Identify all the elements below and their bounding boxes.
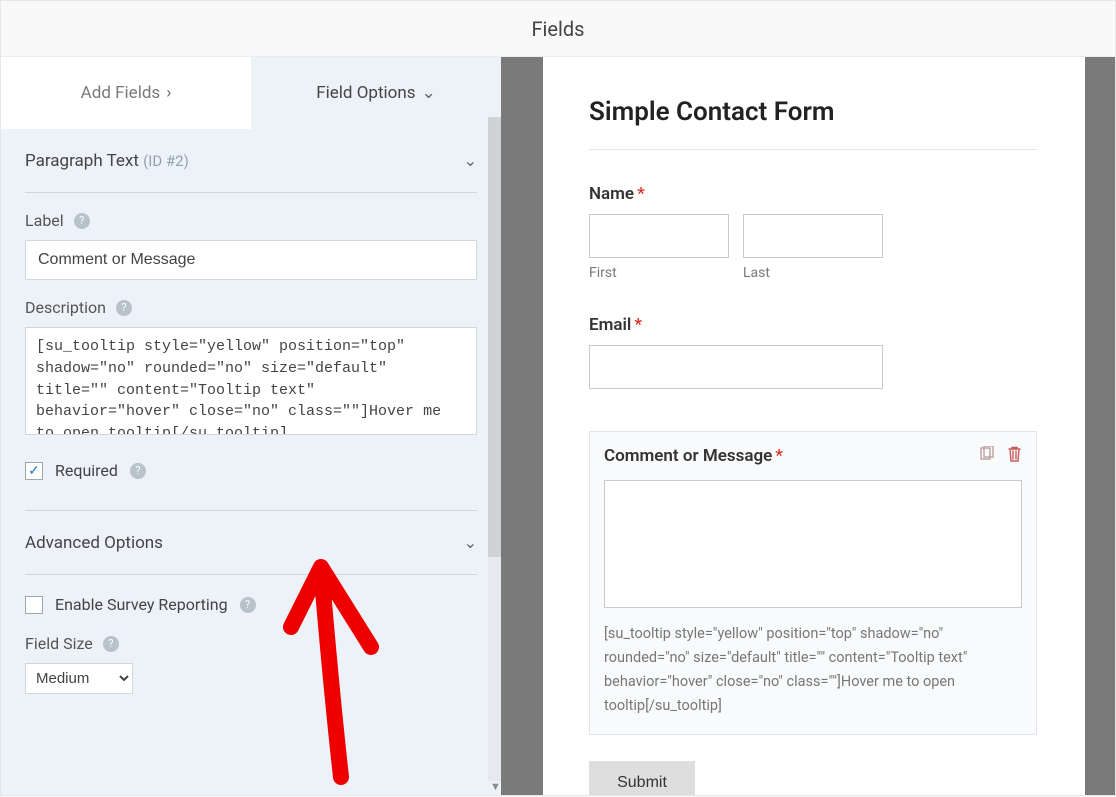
survey-label: Enable Survey Reporting [55, 595, 228, 614]
help-icon[interactable]: ? [74, 213, 90, 229]
top-title: Fields [532, 17, 585, 41]
field-section-title: Paragraph Text (ID #2) [25, 151, 189, 171]
tab-field-options[interactable]: Field Options ⌄ [251, 57, 501, 129]
required-label: Required [55, 461, 118, 480]
last-sublabel: Last [743, 265, 883, 281]
first-name-input[interactable] [589, 214, 729, 258]
tab-add-fields[interactable]: Add Fields › [1, 57, 251, 129]
first-sublabel: First [589, 265, 729, 281]
trash-icon[interactable] [1007, 446, 1022, 466]
description-input[interactable]: [su_tooltip style="yellow" position="top… [25, 327, 477, 435]
label-label: Label [25, 211, 64, 230]
title-divider [589, 149, 1037, 150]
tab-add-label: Add Fields [81, 83, 161, 103]
field-size-label: Field Size [25, 634, 93, 653]
name-field-label: Name* [589, 184, 1037, 204]
chevron-right-icon: › [166, 83, 171, 103]
collapse-advanced-icon[interactable]: ⌄ [464, 533, 477, 552]
tab-options-label: Field Options [316, 83, 415, 103]
comment-field-block[interactable]: Comment or Message* [su_tooltip sty [589, 431, 1037, 735]
label-input[interactable] [25, 240, 477, 280]
scrollbar[interactable]: ▲ ▼ [488, 57, 501, 795]
panel-gap [501, 57, 543, 795]
scroll-down-icon[interactable]: ▼ [490, 780, 501, 793]
left-panel: Add Fields › Field Options ⌄ Paragraph T… [1, 57, 501, 795]
form-title: Simple Contact Form [589, 97, 1037, 127]
collapse-section-icon[interactable]: ⌄ [464, 151, 477, 170]
submit-button[interactable]: Submit [589, 761, 695, 795]
description-label: Description [25, 298, 106, 317]
required-checkbox[interactable]: ✓ [25, 462, 43, 480]
survey-checkbox[interactable]: ✓ [25, 596, 43, 614]
email-input[interactable] [589, 345, 883, 389]
top-bar: Fields [1, 1, 1115, 57]
field-size-select[interactable]: Medium [25, 663, 133, 694]
help-icon[interactable]: ? [240, 597, 256, 613]
email-field-label: Email* [589, 315, 1037, 335]
field-id-label: (ID #2) [143, 152, 189, 170]
duplicate-icon[interactable] [979, 446, 995, 466]
advanced-options-title: Advanced Options [25, 533, 163, 553]
scroll-thumb[interactable] [488, 117, 501, 557]
help-icon[interactable]: ? [103, 636, 119, 652]
help-icon[interactable]: ? [130, 463, 146, 479]
help-icon[interactable]: ? [116, 300, 132, 316]
comment-textarea[interactable] [604, 480, 1022, 608]
comment-description: [su_tooltip style="yellow" position="top… [604, 622, 1022, 718]
chevron-down-icon: ⌄ [422, 83, 436, 103]
field-type-label: Paragraph Text [25, 151, 139, 171]
preview-panel: Simple Contact Form Name* First Last [543, 57, 1115, 795]
comment-field-label: Comment or Message* [604, 446, 783, 466]
last-name-input[interactable] [743, 214, 883, 258]
